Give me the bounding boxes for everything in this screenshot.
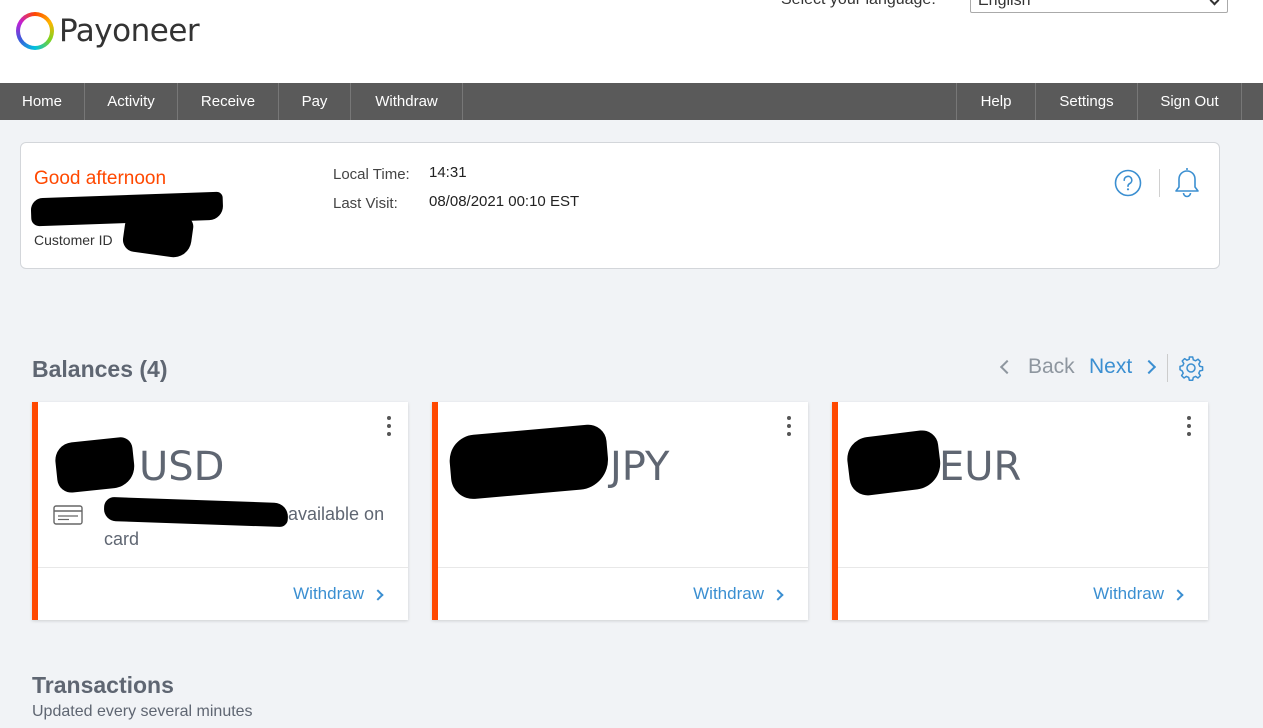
language-selected-value: English	[978, 0, 1031, 9]
local-time-label: Local Time:	[333, 166, 410, 183]
chevron-right-icon[interactable]	[1141, 359, 1157, 375]
main-nav: Home Activity Receive Pay Withdraw Help …	[0, 83, 1263, 120]
redacted-amount	[447, 423, 611, 501]
nav-receive[interactable]: Receive	[178, 83, 279, 120]
chevron-right-icon[interactable]	[772, 589, 784, 601]
withdraw-link-eur[interactable]: Withdraw	[1093, 584, 1164, 604]
nav-sign-out[interactable]: Sign Out	[1137, 83, 1242, 120]
payoneer-logo[interactable]: Payoneer	[16, 12, 200, 50]
local-time-value: 14:31	[429, 164, 467, 181]
balance-card-jpy[interactable]: JPY Withdraw	[432, 402, 808, 620]
logo-text: Payoneer	[59, 13, 200, 49]
currency-code: USD	[139, 444, 225, 490]
more-options-icon[interactable]	[784, 416, 794, 440]
last-visit-label: Last Visit:	[333, 195, 398, 212]
balance-card-usd[interactable]: USD available on card Withdraw	[32, 402, 408, 620]
language-label: Select your language:	[781, 0, 936, 9]
next-button[interactable]: Next	[1089, 355, 1132, 379]
language-select[interactable]: English	[970, 0, 1228, 13]
bell-icon[interactable]	[1171, 165, 1203, 199]
redacted-amount	[844, 428, 944, 498]
nav-home[interactable]: Home	[0, 83, 85, 120]
back-button: Back	[1028, 355, 1075, 378]
logo-ring-icon	[16, 12, 54, 50]
balances-title: Balances (4)	[32, 356, 168, 382]
header: Payoneer Select your language: English	[0, 0, 1263, 83]
card-divider	[438, 567, 808, 568]
icon-divider	[1159, 169, 1160, 197]
nav-pay[interactable]: Pay	[279, 83, 351, 120]
nav-withdraw[interactable]: Withdraw	[351, 83, 463, 120]
chevron-left-icon	[999, 359, 1015, 375]
nav-settings[interactable]: Settings	[1035, 83, 1137, 120]
pager-divider	[1167, 354, 1168, 382]
greeting-text: Good afternoon	[34, 168, 167, 189]
card-divider	[838, 567, 1208, 568]
chevron-right-icon[interactable]	[1172, 589, 1184, 601]
chevron-right-icon[interactable]	[372, 589, 384, 601]
redacted-amount	[53, 436, 137, 494]
help-icon[interactable]	[1114, 169, 1142, 197]
redacted-customer-id	[121, 208, 195, 260]
chevron-down-icon	[1209, 0, 1220, 6]
customer-id-label: Customer ID	[34, 232, 113, 248]
transactions-title: Transactions	[32, 672, 174, 698]
credit-card-icon	[53, 505, 83, 525]
gear-icon[interactable]	[1178, 355, 1204, 381]
nav-help[interactable]: Help	[956, 83, 1035, 120]
more-options-icon[interactable]	[384, 416, 394, 440]
card-divider	[38, 567, 408, 568]
currency-code: EUR	[939, 444, 1022, 490]
last-visit-value: 08/08/2021 00:10 EST	[429, 193, 580, 210]
transactions-subtitle: Updated every several minutes	[32, 703, 253, 720]
currency-code: JPY	[610, 444, 670, 490]
nav-activity[interactable]: Activity	[85, 83, 178, 120]
withdraw-link-usd[interactable]: Withdraw	[293, 584, 364, 604]
withdraw-link-jpy[interactable]: Withdraw	[693, 584, 764, 604]
balance-card-eur[interactable]: EUR Withdraw	[832, 402, 1208, 620]
greeting-card: Good afternoon Customer ID Local Time: 1…	[20, 142, 1220, 269]
more-options-icon[interactable]	[1184, 416, 1194, 440]
